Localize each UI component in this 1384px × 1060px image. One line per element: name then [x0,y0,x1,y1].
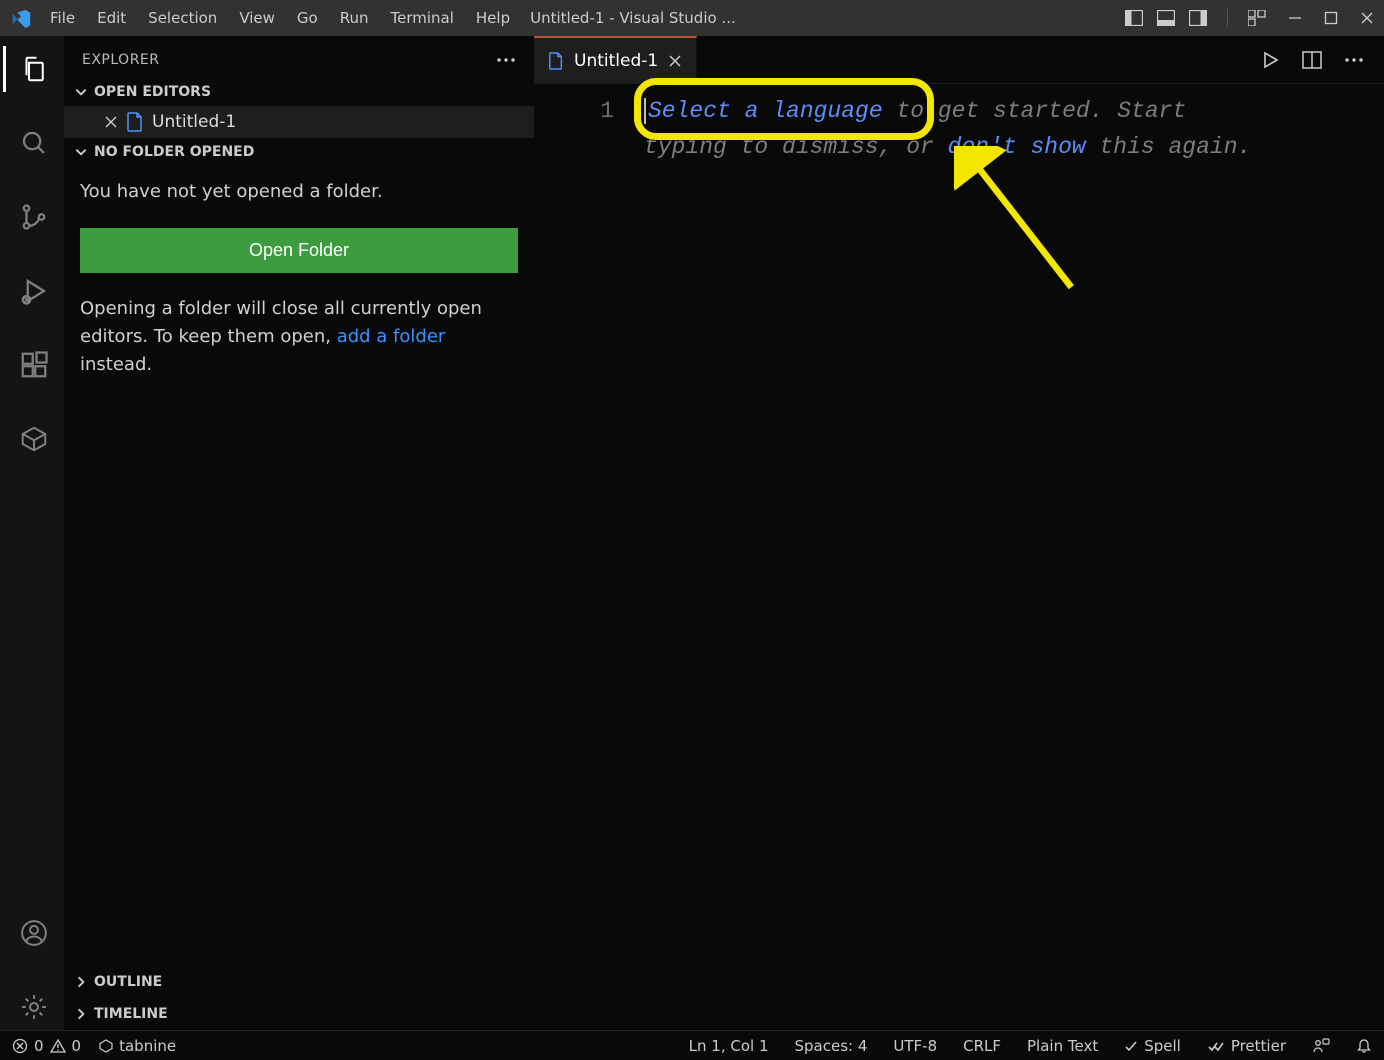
dont-show-link[interactable]: don't show [948,134,1086,160]
status-feedback-icon[interactable] [1312,1038,1330,1054]
window-minimize-icon[interactable] [1288,11,1302,25]
no-folder-message: You have not yet opened a folder. [80,178,518,206]
no-folder-body: You have not yet opened a folder. Open F… [64,166,534,379]
main-area: EXPLORER OPEN EDITORS Untitled-1 NO FOLD… [0,36,1384,1030]
annotation-arrow-icon [954,146,1104,306]
section-open-editors-label: OPEN EDITORS [94,84,211,100]
status-eol[interactable]: CRLF [963,1037,1001,1055]
vscode-logo-icon [10,8,30,28]
open-editor-file-label: Untitled-1 [152,112,236,132]
line-number-1: 1 [534,94,614,130]
activity-run-debug[interactable] [3,268,64,314]
tab-file-icon [548,52,564,70]
activity-source-control[interactable] [3,194,64,240]
explorer-sidebar: EXPLORER OPEN EDITORS Untitled-1 NO FOLD… [64,36,534,1030]
editor-placeholder-hint: Select a language to get started. Start … [644,94,1264,165]
status-ln-col[interactable]: Ln 1, Col 1 [689,1037,769,1055]
file-icon [126,112,144,132]
activity-explorer[interactable] [3,46,64,92]
menu-help[interactable]: Help [466,3,520,33]
hint-text-2: this again. [1086,134,1252,160]
activity-package[interactable] [3,416,64,462]
menu-edit[interactable]: Edit [87,3,136,33]
section-no-folder-label: NO FOLDER OPENED [94,144,254,160]
editor-body[interactable]: 1 Select a language to get started. Star… [534,84,1384,1030]
menu-view[interactable]: View [229,3,285,33]
menu-file[interactable]: File [40,3,85,33]
status-spell[interactable]: Spell [1124,1037,1181,1055]
sidebar-more-icon[interactable] [496,57,516,63]
tab-close-icon[interactable] [668,54,682,68]
sidebar-title: EXPLORER [82,52,160,68]
activity-search[interactable] [3,120,64,166]
close-editor-icon[interactable] [104,115,118,129]
title-bar: File Edit Selection View Go Run Terminal… [0,0,1384,36]
status-encoding[interactable]: UTF-8 [893,1037,937,1055]
activity-settings[interactable] [3,984,64,1030]
status-errors-count: 0 [34,1037,44,1055]
status-prettier[interactable]: Prettier [1207,1037,1286,1055]
menu-run[interactable]: Run [330,3,379,33]
line-number-gutter: 1 [534,94,644,1030]
status-prettier-label: Prettier [1231,1037,1286,1055]
section-timeline-label: TIMELINE [94,1006,168,1022]
activity-account[interactable] [3,910,64,956]
editor-area: Untitled-1 1 Select a langua [534,36,1384,1030]
status-tabnine-label: tabnine [119,1037,176,1055]
window-maximize-icon[interactable] [1324,11,1338,25]
open-editor-file[interactable]: Untitled-1 [64,106,534,138]
window-controls [1280,11,1374,25]
section-no-folder[interactable]: NO FOLDER OPENED [64,138,534,166]
window-close-icon[interactable] [1360,11,1374,25]
tab-label: Untitled-1 [574,51,658,71]
text-cursor [644,98,646,124]
tab-untitled-1[interactable]: Untitled-1 [534,36,697,83]
code-area[interactable]: Select a language to get started. Start … [644,94,1384,1030]
status-problems[interactable]: 0 0 [12,1037,81,1055]
editor-tabs: Untitled-1 [534,36,1384,84]
layout-sidebar-left-icon[interactable] [1125,10,1143,26]
menu-go[interactable]: Go [287,3,328,33]
status-spell-label: Spell [1144,1037,1181,1055]
sidebar-header: EXPLORER [64,36,534,78]
menu-terminal[interactable]: Terminal [381,3,464,33]
status-spaces[interactable]: Spaces: 4 [795,1037,868,1055]
add-folder-link[interactable]: add a folder [337,326,446,347]
layout-panel-bottom-icon[interactable] [1157,10,1175,26]
section-timeline[interactable]: TIMELINE [64,998,534,1030]
no-folder-hint-suffix: instead. [80,354,152,375]
select-language-link[interactable]: Select a language [648,98,883,124]
separator [1227,9,1228,27]
layout-controls [1125,9,1278,27]
customize-layout-icon[interactable] [1248,10,1266,26]
open-folder-button[interactable]: Open Folder [80,228,518,273]
status-bell-icon[interactable] [1356,1038,1372,1054]
section-outline-label: OUTLINE [94,974,162,990]
split-editor-icon[interactable] [1302,51,1322,69]
editor-actions [1260,36,1384,83]
activity-bar [0,36,64,1030]
status-language[interactable]: Plain Text [1027,1037,1098,1055]
layout-sidebar-right-icon[interactable] [1189,10,1207,26]
activity-extensions[interactable] [3,342,64,388]
status-tabnine[interactable]: tabnine [99,1037,176,1055]
no-folder-hint: Opening a folder will close all currentl… [80,295,518,379]
window-title: Untitled-1 - Visual Studio ... [522,9,1123,27]
section-outline[interactable]: OUTLINE [64,966,534,998]
editor-more-icon[interactable] [1344,57,1364,63]
status-warnings-count: 0 [72,1037,82,1055]
menu-selection[interactable]: Selection [138,3,227,33]
run-file-icon[interactable] [1260,50,1280,70]
section-open-editors[interactable]: OPEN EDITORS [64,78,534,106]
status-bar: 0 0 tabnine Ln 1, Col 1 Spaces: 4 UTF-8 … [0,1030,1384,1060]
